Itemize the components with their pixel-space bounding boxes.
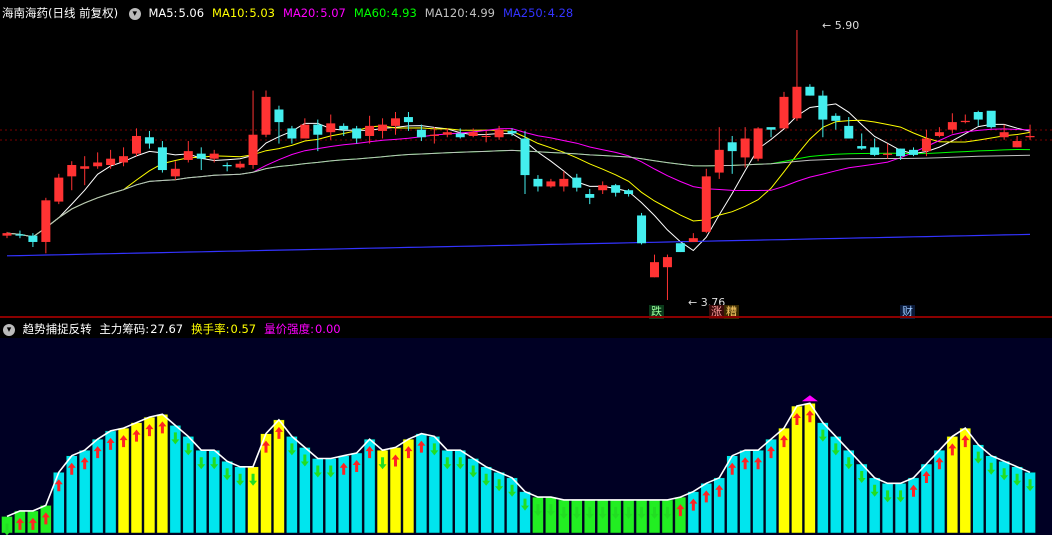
strength-bar [519,491,531,534]
strength-bar [804,403,816,534]
trend-capture-chart[interactable] [0,0,1052,535]
strength-bar [791,405,803,534]
strength-bar [687,491,700,534]
